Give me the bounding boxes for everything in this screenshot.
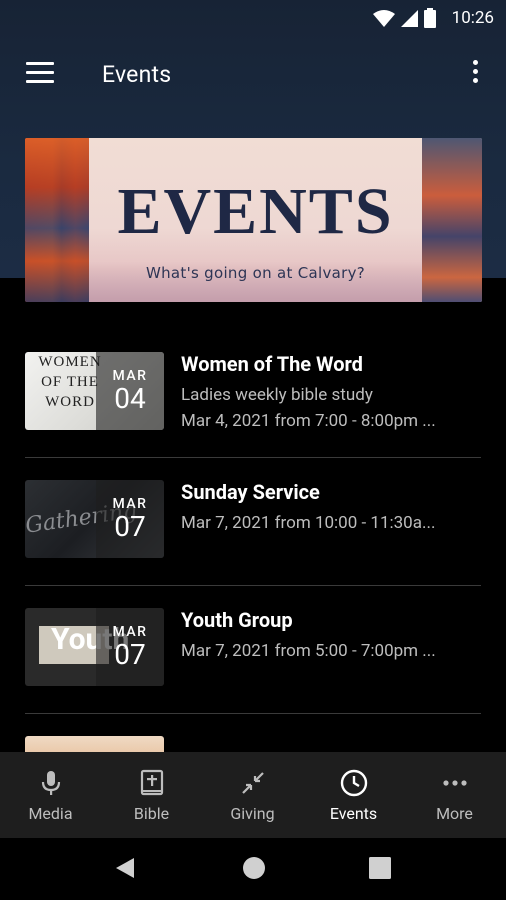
event-name: Women of The Word: [181, 352, 363, 376]
event-datetime: Mar 7, 2021 from 10:00 - 11:30a...: [181, 513, 436, 533]
back-icon[interactable]: [114, 856, 136, 880]
nav-bible[interactable]: Bible: [101, 752, 202, 838]
list-item[interactable]: Youth MAR 07 Youth Group Mar 7, 2021 fro…: [0, 586, 506, 714]
event-info: Women of The Word Ladies weekly bible st…: [181, 352, 481, 431]
nav-label: Bible: [133, 804, 170, 823]
event-info: Sunday Service Mar 7, 2021 from 10:00 - …: [181, 480, 481, 533]
nav-label: Media: [28, 804, 73, 823]
nav-media[interactable]: Media: [0, 752, 101, 838]
nav-more[interactable]: More: [404, 752, 505, 838]
banner-tagline: What's going on at Calvary?: [145, 264, 366, 282]
bottom-navigation: Media Bible Giving Events More: [0, 752, 506, 838]
clock-icon: [340, 769, 367, 797]
nav-giving[interactable]: Giving: [202, 752, 303, 838]
event-date-badge: MAR 07: [96, 480, 164, 558]
home-icon[interactable]: [242, 856, 266, 880]
list-item[interactable]: WOMEN OF THE WORD MAR 04 Women of The Wo…: [0, 330, 506, 458]
event-thumbnail: Gathering MAR 07: [25, 480, 164, 558]
banner-paper: EVENTS What's going on at Calvary?: [89, 138, 422, 302]
giving-icon: [241, 772, 264, 794]
mic-icon: [41, 771, 60, 795]
nav-label: More: [436, 804, 473, 823]
banner-paint-right: [422, 138, 482, 302]
event-description: Ladies weekly bible study: [181, 385, 373, 405]
status-time: 10:26: [451, 8, 494, 28]
event-datetime: Mar 4, 2021 from 7:00 - 8:00pm ...: [181, 411, 436, 431]
overflow-menu-icon[interactable]: [470, 60, 480, 88]
signal-icon: [401, 9, 418, 27]
event-day: 07: [114, 510, 146, 543]
status-bar: 10:26: [0, 0, 506, 36]
recents-icon[interactable]: [369, 857, 391, 879]
page-title: Events: [102, 61, 172, 88]
event-day: 04: [114, 382, 146, 415]
more-horiz-icon: [442, 780, 467, 786]
menu-icon[interactable]: [26, 62, 54, 84]
event-thumbnail: Youth MAR 07: [25, 608, 164, 686]
battery-icon: [424, 8, 436, 28]
bible-icon: [140, 769, 163, 796]
nav-label: Giving: [230, 804, 275, 823]
event-datetime: Mar 7, 2021 from 5:00 - 7:00pm ...: [181, 641, 436, 661]
system-navigation-bar: [0, 838, 506, 900]
status-icons: [373, 8, 436, 28]
event-name: Sunday Service: [181, 480, 320, 504]
banner-paint-left: [25, 138, 89, 302]
event-date-badge: MAR 04: [96, 352, 164, 430]
banner-heading: EVENTS: [117, 175, 394, 248]
list-item[interactable]: [0, 714, 506, 754]
wifi-icon: [373, 9, 395, 27]
nav-label: Events: [329, 804, 378, 823]
event-info: Youth Group Mar 7, 2021 from 5:00 - 7:00…: [181, 608, 481, 661]
events-banner: EVENTS What's going on at Calvary?: [25, 138, 482, 302]
thumbnail-text: WOMEN OF THE WORD: [38, 354, 102, 410]
list-item[interactable]: Gathering MAR 07 Sunday Service Mar 7, 2…: [0, 458, 506, 586]
app-bar: Events: [0, 44, 506, 104]
event-day: 07: [114, 638, 146, 671]
event-name: Youth Group: [181, 608, 293, 632]
event-thumbnail: WOMEN OF THE WORD MAR 04: [25, 352, 164, 430]
nav-events[interactable]: Events: [303, 752, 404, 838]
event-date-badge: MAR 07: [96, 608, 164, 686]
